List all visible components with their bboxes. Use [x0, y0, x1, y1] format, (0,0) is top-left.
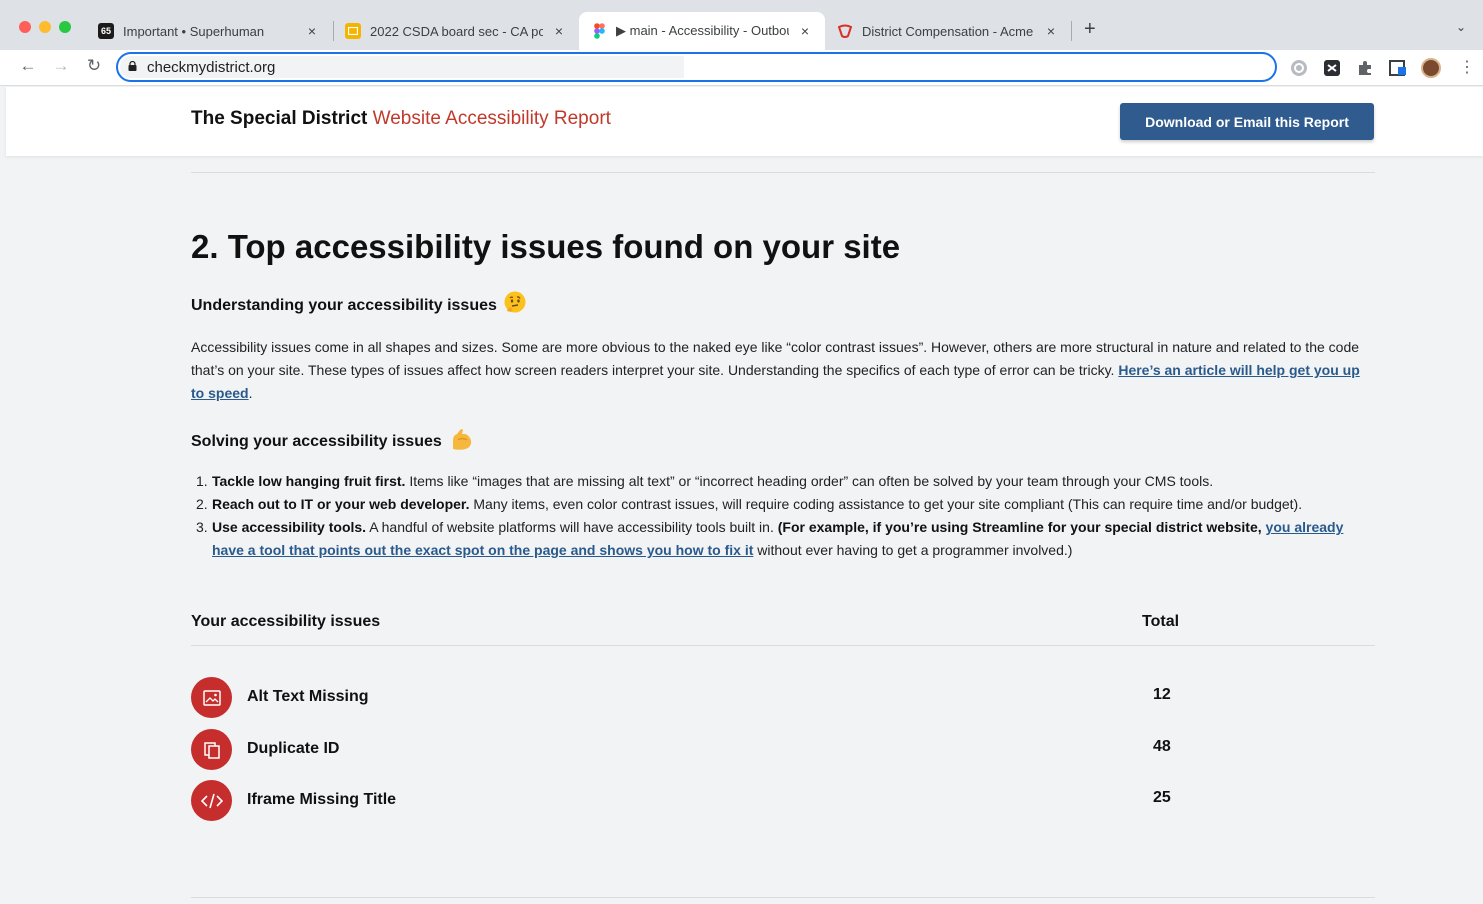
- table-divider: [191, 645, 1375, 646]
- image-icon: [191, 677, 232, 718]
- issue-label: Duplicate ID: [247, 740, 340, 757]
- thinking-face-icon: [503, 291, 527, 320]
- step-text: A handful of website platforms will have…: [366, 519, 778, 535]
- reading-list-icon[interactable]: [1388, 58, 1408, 78]
- reload-icon[interactable]: ↻: [82, 56, 106, 76]
- tab-figma-main[interactable]: ▶ main - Accessibility - Outbou ×: [579, 12, 825, 50]
- grammarly-extension-icon[interactable]: [1289, 58, 1309, 78]
- tab-close-icon[interactable]: ×: [1043, 23, 1059, 39]
- table-row[interactable]: Alt Text Missing 12: [191, 677, 1375, 719]
- step-bold: Tackle low hanging fruit first.: [212, 473, 406, 489]
- lock-icon: [128, 61, 137, 71]
- list-item: 1. Tackle low hanging fruit first. Items…: [196, 470, 1372, 493]
- tab-superhuman[interactable]: 65 Important • Superhuman ×: [86, 12, 332, 50]
- divider: [191, 897, 1375, 898]
- browser-toolbar: ← → ↻ checkmydistrict.org ⋮: [0, 50, 1483, 86]
- report-header: The Special District Website Accessibili…: [6, 87, 1483, 156]
- forward-icon[interactable]: →: [49, 56, 73, 76]
- google-slides-icon: [345, 23, 361, 39]
- issues-table-header: Your accessibility issues Total: [191, 613, 1375, 631]
- tab-separator: [1071, 21, 1072, 41]
- step-bold: Reach out to IT or your web developer.: [212, 496, 470, 512]
- step-number: 1.: [196, 473, 208, 489]
- maximize-window-button[interactable]: [59, 21, 71, 33]
- step-number: 3.: [196, 519, 208, 535]
- tab-csda-board[interactable]: 2022 CSDA board sec - CA po ×: [333, 12, 579, 50]
- list-item: 2. Reach out to IT or your web developer…: [196, 493, 1372, 516]
- total-column-header: Total: [1142, 613, 1180, 630]
- step-end-text: without ever having to get a programmer …: [753, 542, 1073, 558]
- divider: [191, 172, 1375, 173]
- table-row[interactable]: Iframe Missing Title 25: [191, 780, 1375, 822]
- acme-favicon-icon: [837, 23, 853, 39]
- extension-icon[interactable]: [1322, 58, 1342, 78]
- issues-column-header: Your accessibility issues: [191, 613, 381, 630]
- new-tab-button[interactable]: +: [1084, 18, 1096, 41]
- copy-icon: [191, 729, 232, 770]
- step-bold: Use accessibility tools.: [212, 519, 367, 535]
- table-row[interactable]: Duplicate ID 48: [191, 729, 1375, 771]
- issue-total: 25: [1153, 789, 1171, 806]
- tab-close-icon[interactable]: ×: [797, 23, 813, 39]
- address-bar[interactable]: checkmydistrict.org: [116, 52, 1277, 82]
- profile-avatar[interactable]: [1421, 58, 1441, 78]
- figma-icon: [591, 23, 607, 39]
- issue-label: Iframe Missing Title: [247, 791, 397, 808]
- step-text: Items like “images that are missing alt …: [405, 473, 1214, 489]
- tab-close-icon[interactable]: ×: [304, 23, 320, 39]
- browser-menu-icon[interactable]: ⋮: [1459, 57, 1475, 77]
- code-icon: [191, 780, 232, 821]
- report-title: The Special District Website Accessibili…: [191, 108, 611, 130]
- solving-heading-text: Solving your accessibility issues: [191, 432, 442, 450]
- extensions-puzzle-icon[interactable]: [1355, 58, 1375, 78]
- section-title: 2. Top accessibility issues found on you…: [191, 228, 901, 265]
- step-bold-example: (For example, if you’re using Streamline…: [777, 519, 1262, 535]
- issue-label: Alt Text Missing: [247, 688, 369, 705]
- step-number: 2.: [196, 496, 208, 512]
- tab-title: 2022 CSDA board sec - CA po: [370, 23, 543, 39]
- page-content: The Special District Website Accessibili…: [6, 87, 1483, 904]
- tab-title: Important • Superhuman: [123, 23, 265, 39]
- back-icon[interactable]: ←: [16, 56, 40, 76]
- tab-district-compensation[interactable]: District Compensation - Acme ×: [825, 12, 1071, 50]
- brand-accent: Website Accessibility Report: [372, 108, 611, 129]
- step-text: Many items, even color contrast issues, …: [469, 496, 1303, 512]
- browser-tab-bar: 65 Important • Superhuman × 2022 CSDA bo…: [0, 0, 1483, 50]
- close-window-button[interactable]: [19, 21, 31, 33]
- tab-close-icon[interactable]: ×: [551, 23, 567, 39]
- issue-total: 12: [1153, 686, 1171, 703]
- tab-title: District Compensation - Acme: [862, 23, 1034, 39]
- solving-steps: 1. Tackle low hanging fruit first. Items…: [196, 470, 1372, 562]
- brand-strong: The Special District: [191, 108, 368, 129]
- superhuman-favicon-icon: 65: [98, 23, 114, 39]
- minimize-window-button[interactable]: [39, 21, 51, 33]
- understanding-paragraph: Accessibility issues come in all shapes …: [191, 336, 1371, 405]
- understanding-heading-text: Understanding your accessibility issues: [191, 296, 497, 314]
- tab-title: ▶ main - Accessibility - Outbou: [616, 23, 789, 38]
- flexed-biceps-icon: [448, 427, 474, 456]
- understanding-heading: Understanding your accessibility issues: [191, 291, 527, 320]
- tab-search-icon[interactable]: ⌄: [1456, 20, 1466, 34]
- issue-total: 48: [1153, 738, 1171, 755]
- list-item: 3. Use accessibility tools. A handful of…: [196, 516, 1372, 562]
- url-text: checkmydistrict.org: [147, 59, 276, 76]
- download-report-button[interactable]: Download or Email this Report: [1120, 103, 1374, 140]
- period-text: .: [248, 385, 253, 401]
- solving-heading: Solving your accessibility issues: [191, 427, 474, 456]
